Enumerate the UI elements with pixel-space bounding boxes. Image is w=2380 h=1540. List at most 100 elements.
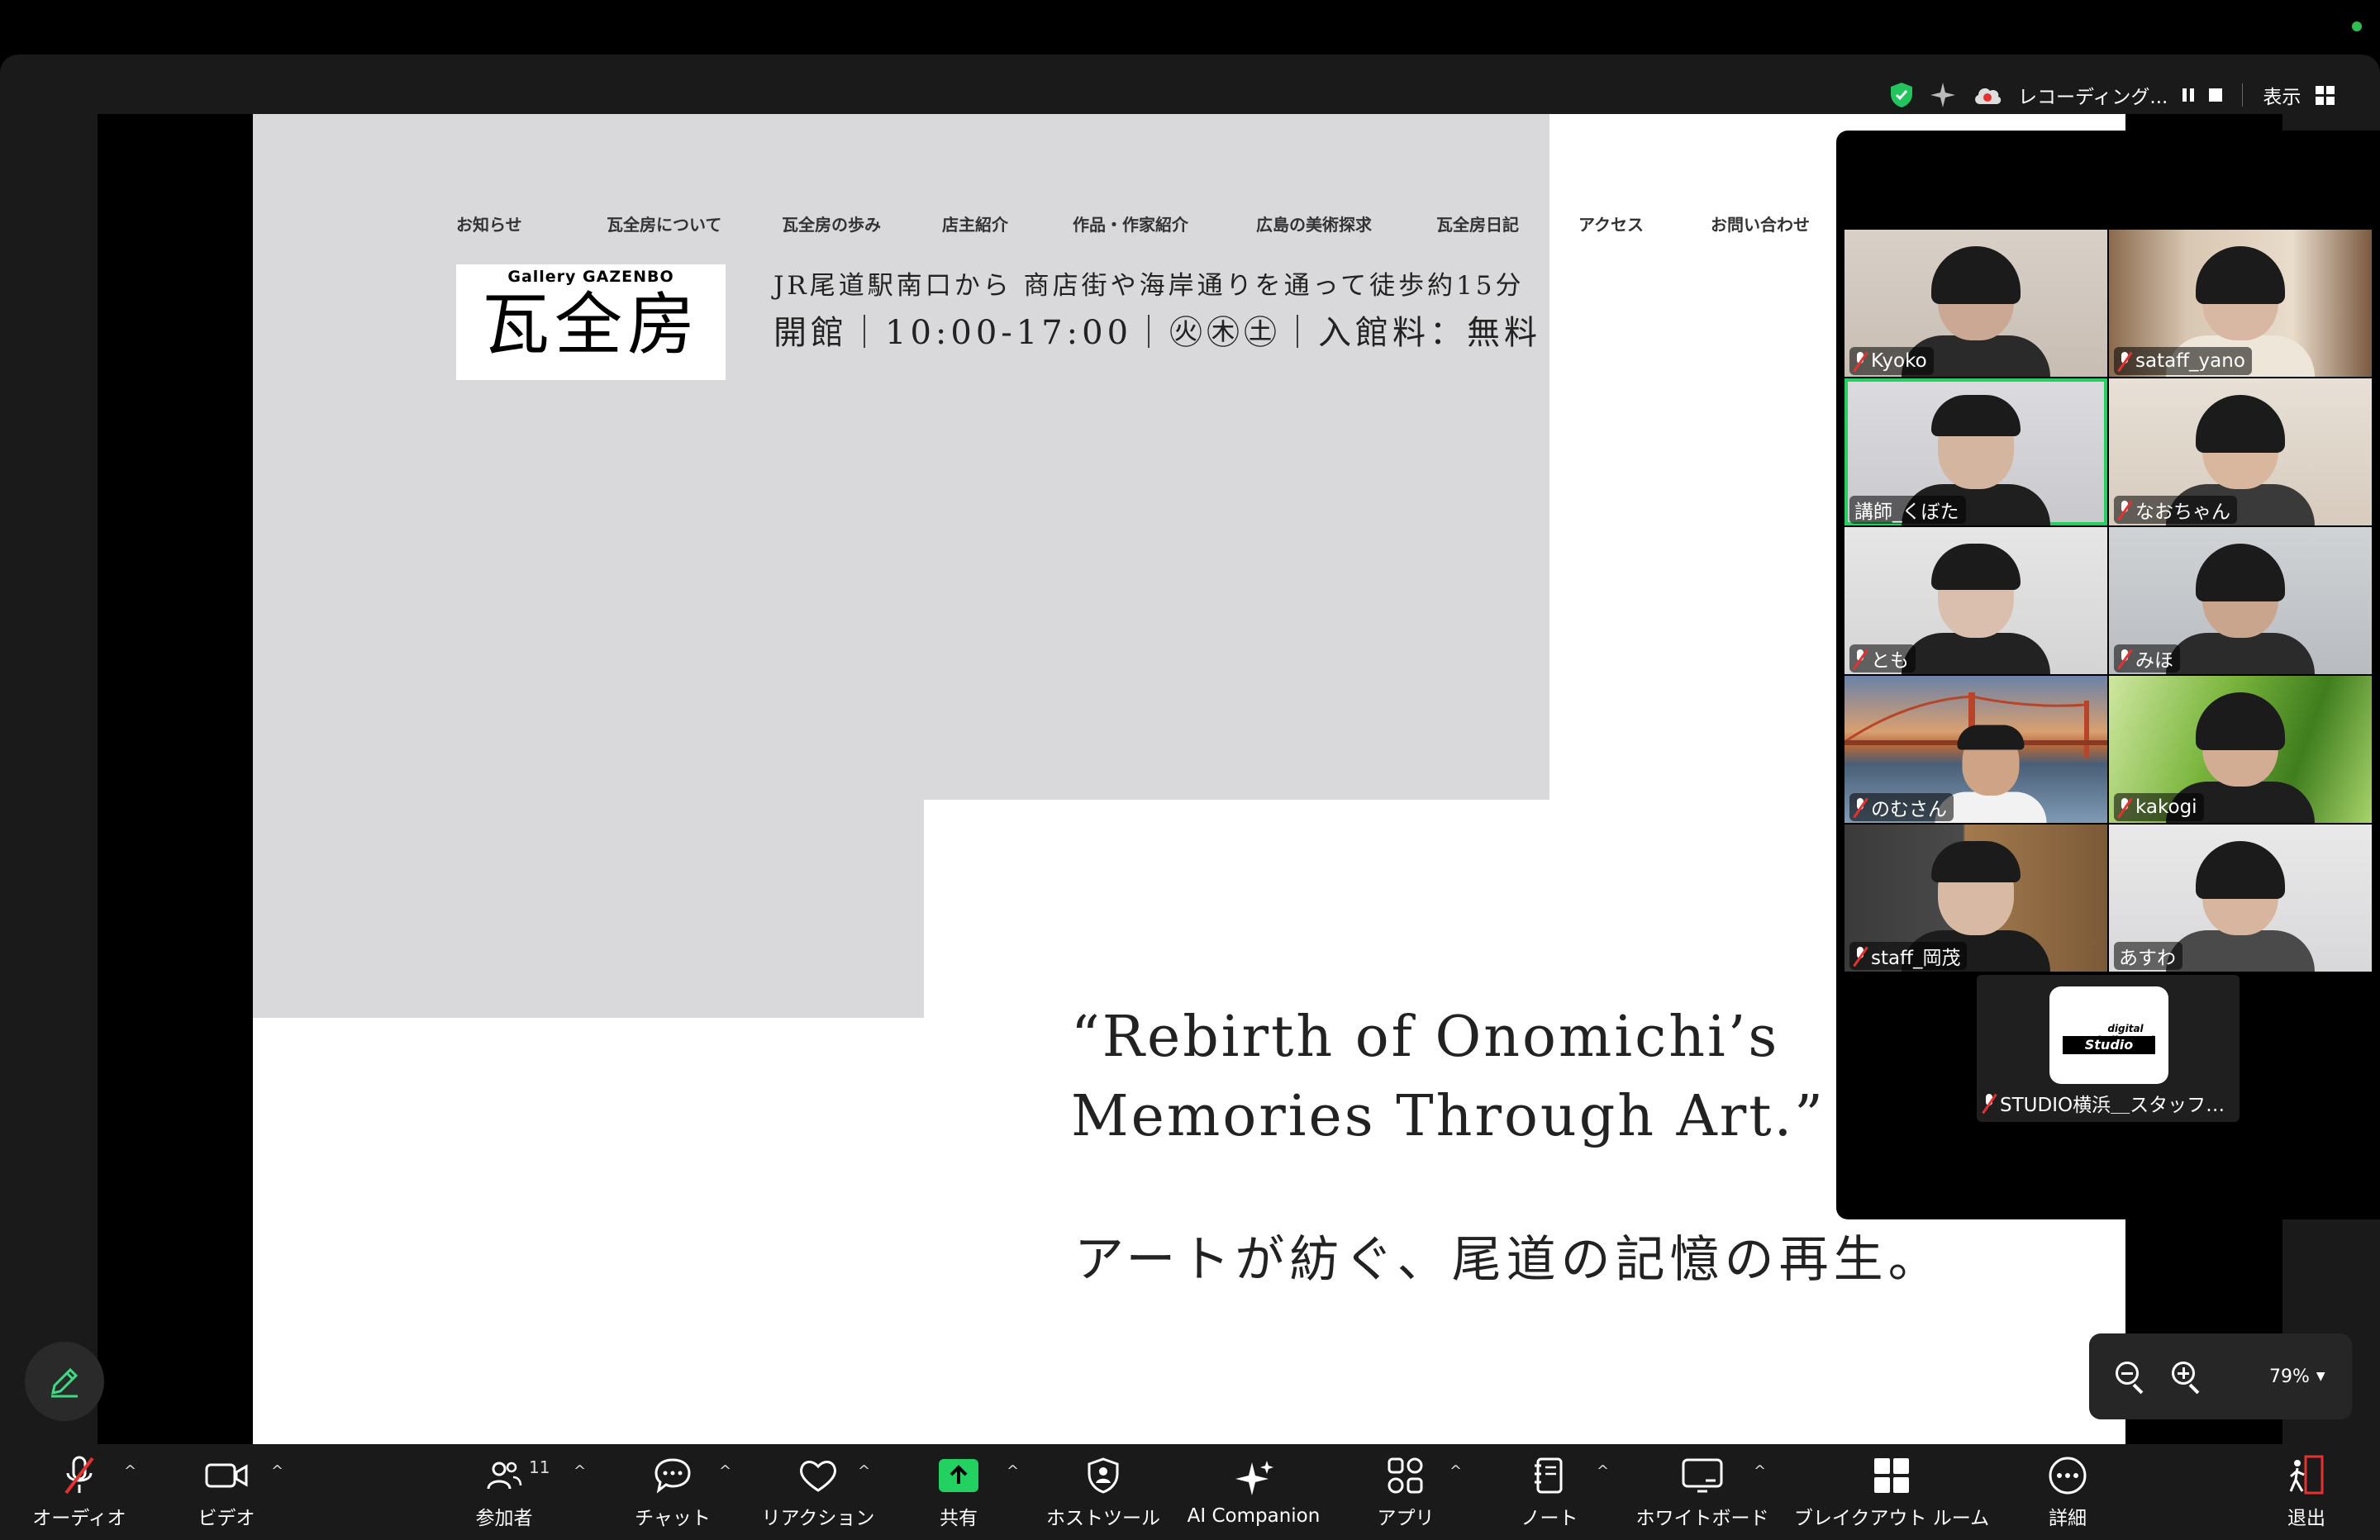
notes-icon bbox=[1535, 1457, 1563, 1494]
breakout-rooms-icon bbox=[1874, 1458, 1909, 1493]
zoom-in-icon[interactable] bbox=[2170, 1360, 2203, 1395]
reaction-options-caret-icon[interactable]: ^ bbox=[858, 1462, 870, 1480]
share-options-caret-icon[interactable]: ^ bbox=[1007, 1462, 1019, 1480]
whiteboard-label: ホワイトボード bbox=[1635, 1508, 1769, 1529]
muted-mic-icon bbox=[1854, 947, 1866, 965]
audio-button[interactable]: オーディオ bbox=[31, 1444, 127, 1540]
participant-name: sataff_yano bbox=[2135, 350, 2245, 372]
divider bbox=[2242, 83, 2244, 107]
audio-label: オーディオ bbox=[32, 1508, 126, 1529]
pause-recording-icon[interactable] bbox=[2182, 88, 2195, 102]
video-tile[interactable]: みほ bbox=[2109, 527, 2372, 674]
encryption-shield-icon[interactable] bbox=[1889, 82, 1914, 108]
whiteboard-options-caret-icon[interactable]: ^ bbox=[1754, 1462, 1766, 1480]
participant-name: 講師_くぼた bbox=[1854, 501, 1959, 523]
site-nav-item: アクセス bbox=[1578, 215, 1644, 235]
muted-mic-icon bbox=[2119, 352, 2130, 370]
zoom-level: 79% bbox=[2269, 1366, 2310, 1387]
reaction-button[interactable]: リアクション bbox=[757, 1444, 879, 1540]
whiteboard-icon bbox=[1682, 1458, 1723, 1493]
video-tile[interactable]: とも bbox=[1844, 527, 2107, 674]
notes-button[interactable]: ノート bbox=[1516, 1444, 1583, 1540]
ai-sparkle-icon[interactable] bbox=[1929, 81, 1957, 109]
participant-nameplate: とも bbox=[1849, 644, 1916, 673]
view-button[interactable]: 表示 bbox=[2263, 81, 2301, 109]
participant-name: STUDIO横浜＿スタッフ… bbox=[2000, 1095, 2225, 1116]
ai-companion-label: AI Companion bbox=[1187, 1505, 1321, 1527]
more-button[interactable]: 詳細 bbox=[2036, 1444, 2099, 1540]
participants-options-caret-icon[interactable]: ^ bbox=[574, 1462, 586, 1480]
participant-name: とも bbox=[1871, 650, 1909, 672]
zoom-out-icon[interactable] bbox=[2114, 1360, 2147, 1395]
annotate-button[interactable] bbox=[25, 1342, 104, 1421]
video-tile[interactable]: sataff_yano bbox=[2109, 230, 2372, 377]
muted-mic-icon bbox=[1854, 798, 1866, 816]
participant-name: kakogi bbox=[2135, 796, 2197, 818]
studio-logo-line2: Studio bbox=[2063, 1036, 2155, 1054]
chat-options-caret-icon[interactable]: ^ bbox=[719, 1462, 731, 1480]
chat-button[interactable]: チャット bbox=[630, 1444, 716, 1540]
pencil-icon bbox=[51, 1367, 79, 1398]
tagline-english-line: “Rebirth of Onomichi’s bbox=[1071, 1005, 1780, 1070]
site-nav-item: 瓦全房日記 bbox=[1436, 215, 1519, 235]
chat-icon bbox=[654, 1458, 691, 1494]
leave-label: 退出 bbox=[2287, 1508, 2325, 1529]
apps-label: アプリ bbox=[1377, 1508, 1435, 1529]
stop-recording-icon[interactable] bbox=[2209, 88, 2223, 102]
participants-label: 参加者 bbox=[475, 1508, 533, 1529]
apps-button[interactable]: アプリ bbox=[1372, 1444, 1440, 1540]
participant-nameplate: なおちゃん bbox=[2114, 496, 2237, 524]
more-icon bbox=[2049, 1457, 2087, 1495]
video-tile[interactable]: あすわ bbox=[2109, 825, 2372, 972]
site-logo: Gallery GAZENBO 瓦全房 bbox=[456, 264, 726, 380]
whiteboard-button[interactable]: ホワイトボード bbox=[1635, 1444, 1769, 1540]
site-nav-item: 作品・作家紹介 bbox=[1073, 215, 1188, 235]
menu-bar bbox=[0, 0, 2380, 55]
site-nav-item: 広島の美術探求 bbox=[1256, 215, 1372, 235]
audio-options-caret-icon[interactable]: ^ bbox=[124, 1462, 136, 1480]
shield-icon bbox=[1088, 1457, 1119, 1494]
video-tile-active-speaker[interactable]: 講師_くぼた bbox=[1844, 378, 2107, 525]
tagline-english-line: Memories Through Art.” bbox=[1071, 1084, 1825, 1149]
participant-nameplate: みほ bbox=[2114, 644, 2180, 673]
muted-mic-icon bbox=[2119, 649, 2130, 668]
zoom-control: 79% ▼ bbox=[2089, 1333, 2352, 1419]
video-tile-studio[interactable]: digital hollywood Studio STUDIO横浜＿スタッフ… bbox=[1977, 975, 2240, 1122]
video-button[interactable]: ビデオ bbox=[185, 1444, 268, 1540]
cloud-recording-icon bbox=[1975, 88, 2002, 104]
meeting-toolbar: オーディオ ^ ビデオ ^ 参加者 11 ^ チャット ^ リアクション ^ 共… bbox=[0, 1444, 2380, 1540]
participant-name: なおちゃん bbox=[2135, 501, 2230, 523]
site-nav-item: 店主紹介 bbox=[942, 215, 1008, 235]
video-tile[interactable]: のむさん bbox=[1844, 676, 2107, 823]
video-options-caret-icon[interactable]: ^ bbox=[271, 1462, 283, 1480]
participant-nameplate: kakogi bbox=[2114, 793, 2204, 821]
share-letterbox-left bbox=[98, 114, 253, 1444]
participant-nameplate: Kyoko bbox=[1849, 347, 1934, 375]
host-tools-label: ホストツール bbox=[1046, 1508, 1160, 1529]
view-grid-icon[interactable] bbox=[2316, 85, 2335, 105]
notes-options-caret-icon[interactable]: ^ bbox=[1597, 1462, 1609, 1480]
breakout-rooms-button[interactable]: ブレイクアウト ルーム bbox=[1794, 1444, 1989, 1540]
host-tools-button[interactable]: ホストツール bbox=[1043, 1444, 1164, 1540]
leave-button[interactable]: 退出 bbox=[2281, 1444, 2332, 1540]
participant-video bbox=[2166, 544, 2315, 674]
video-tile[interactable]: kakogi bbox=[2109, 676, 2372, 823]
hours-info: 開館｜10:00-17:00｜㊋㊍㊏｜入館料：無料 bbox=[774, 314, 1542, 352]
apps-options-caret-icon[interactable]: ^ bbox=[1449, 1462, 1462, 1480]
video-tile[interactable]: staff_岡茂 bbox=[1844, 825, 2107, 972]
video-tile[interactable]: Kyoko bbox=[1844, 230, 2107, 377]
ai-companion-button[interactable]: AI Companion bbox=[1182, 1444, 1326, 1540]
participants-icon bbox=[487, 1462, 522, 1490]
muted-mic-icon bbox=[1854, 352, 1866, 370]
site-nav: お知らせ 瓦全房について 瓦全房の歩み 店主紹介 作品・作家紹介 広島の美術探求… bbox=[456, 212, 1810, 235]
share-button[interactable]: 共有 bbox=[927, 1444, 990, 1540]
reaction-label: リアクション bbox=[761, 1508, 875, 1529]
recording-label: レコーディング... bbox=[2018, 87, 2168, 108]
participant-name: Kyoko bbox=[1871, 350, 1927, 372]
hero-gray-block-lower bbox=[253, 800, 924, 1018]
participant-video bbox=[1902, 544, 2050, 674]
video-tile[interactable]: なおちゃん bbox=[2109, 378, 2372, 525]
site-nav-item: お問い合わせ bbox=[1711, 215, 1810, 235]
zoom-level-dropdown[interactable]: 79% ▼ bbox=[2269, 1367, 2325, 1387]
logo-subtitle: Gallery GAZENBO bbox=[507, 268, 674, 286]
